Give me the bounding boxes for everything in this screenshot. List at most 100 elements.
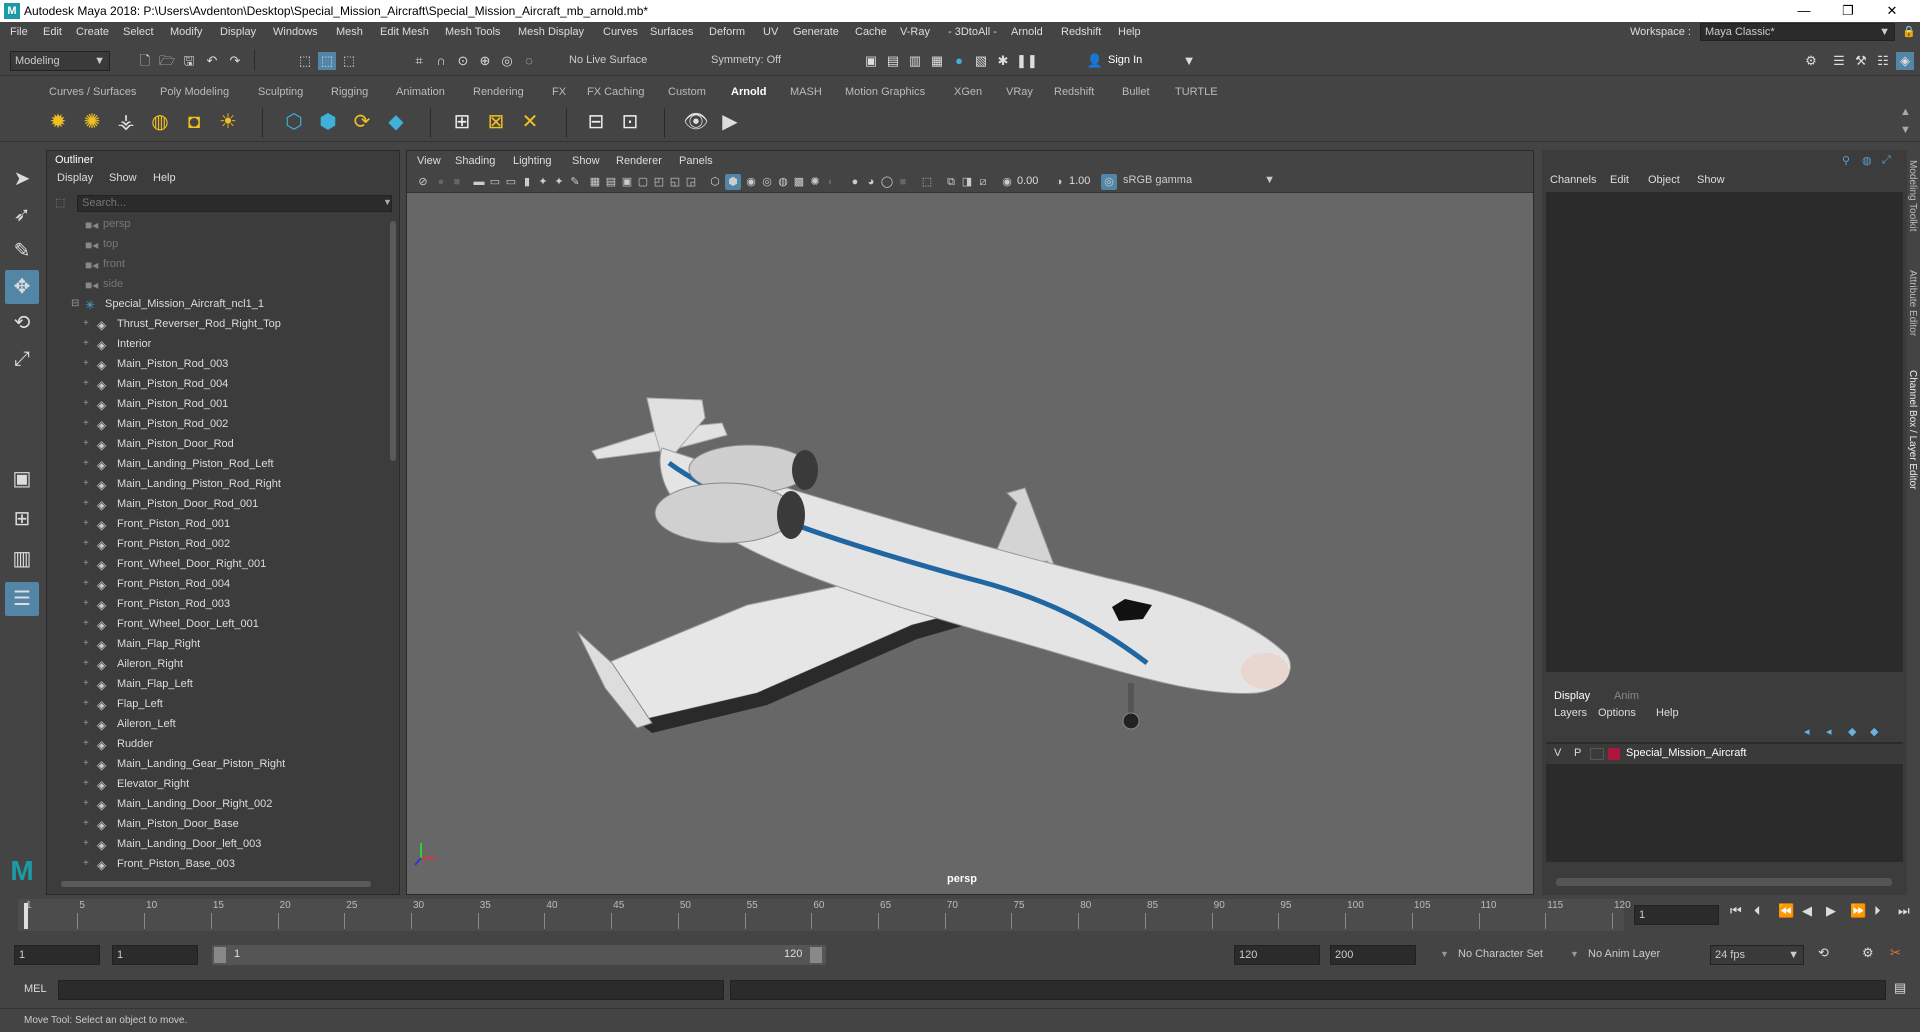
layer-color-swatch[interactable] (1608, 748, 1620, 760)
script-editor-icon[interactable]: ▤ (1894, 980, 1906, 996)
expand-icon[interactable]: + (83, 398, 93, 409)
snap-surface-icon[interactable]: ◎ (498, 52, 516, 70)
list-item[interactable]: + ◈ Aileron_Right (47, 655, 387, 675)
outliner-vertical-scrollbar[interactable] (388, 215, 398, 875)
aircraft-model[interactable] (576, 397, 1291, 733)
menu-windows[interactable]: Windows (273, 26, 318, 38)
list-item[interactable]: + ◈ Main_Piston_Rod_004 (47, 375, 387, 395)
list-item[interactable]: + ◈ Front_Piston_Rod_004 (47, 575, 387, 595)
layer-tab-anim[interactable]: Anim (1614, 690, 1639, 702)
select-camera-icon[interactable]: ⊘ (415, 174, 431, 190)
list-item[interactable]: + ◈ Thrust_Reverser_Rod_Right_Top (47, 315, 387, 335)
render-frame-icon[interactable]: ▤ (884, 52, 902, 70)
menu-select[interactable]: Select (123, 26, 154, 38)
bookmarks-icon[interactable]: ▬ (471, 174, 487, 190)
list-item[interactable]: + ◈ Main_Landing_Door_Right_002 (47, 795, 387, 815)
area-light-icon[interactable]: ✹ (44, 108, 72, 136)
shelf-tab-poly-modeling[interactable]: Poly Modeling (160, 86, 229, 98)
mesh-light-icon[interactable]: ✺ (78, 108, 106, 136)
list-item[interactable]: + ◈ Front_Piston_Rod_001 (47, 515, 387, 535)
list-item[interactable]: + ◈ Elevator_Right (47, 775, 387, 795)
list-item[interactable]: ■◂ top (47, 235, 387, 255)
shelf-tab-fx-caching[interactable]: FX Caching (587, 86, 644, 98)
minimize-button[interactable]: — (1782, 0, 1826, 22)
play-backwards-icon[interactable]: ◀ (1802, 903, 1812, 919)
two-d-pan-icon[interactable]: ▭ (503, 174, 519, 190)
channel-menu-channels[interactable]: Channels (1550, 174, 1596, 186)
hud-icon[interactable]: ◐ (823, 174, 839, 190)
shelf-up-icon[interactable]: ▲ (1900, 106, 1911, 118)
expand-icon[interactable]: + (83, 438, 93, 449)
gamma-icon[interactable]: ◑ (1051, 174, 1067, 190)
menu-mesh[interactable]: Mesh (336, 26, 363, 38)
list-item[interactable]: + ◈ Flap_Left (47, 695, 387, 715)
select-object-icon[interactable]: ⬚ (318, 52, 336, 70)
layer-row[interactable]: V P Special_Mission_Aircraft (1546, 744, 1903, 764)
undo-icon[interactable]: ↶ (203, 52, 221, 70)
menu-uv[interactable]: UV (763, 26, 778, 38)
light-portal-icon[interactable]: ◘ (180, 108, 208, 136)
list-item[interactable]: + ◈ Main_Landing_Door_left_003 (47, 835, 387, 855)
save-scene-icon[interactable]: 🖫 (180, 52, 198, 70)
render-settings-icon[interactable]: ▦ (928, 52, 946, 70)
film-gate-icon[interactable]: ✦ (551, 174, 567, 190)
menu-arnold[interactable]: Arnold (1011, 26, 1043, 38)
play-forwards-icon[interactable]: ▶ (1826, 903, 1836, 919)
grease-pencil-icon[interactable]: ▮ (519, 174, 535, 190)
menu-redshift[interactable]: Redshift (1061, 26, 1101, 38)
list-item[interactable]: + ◈ Main_Piston_Door_Rod_001 (47, 495, 387, 515)
layer-reference-toggle[interactable] (1590, 748, 1604, 760)
xray-icon[interactable]: ⬢ (725, 174, 741, 190)
list-item[interactable]: + ◈ Interior (47, 335, 387, 355)
live-surface-field[interactable]: No Live Surface (565, 51, 663, 71)
expand-icon[interactable]: + (83, 518, 93, 529)
filter-icon[interactable]: ⬚ (55, 196, 65, 209)
shelf-tab-sculpting[interactable]: Sculpting (258, 86, 303, 98)
workspace-dropdown[interactable]: Maya Classic* ▼ (1700, 23, 1895, 41)
expand-icon[interactable]: + (83, 598, 93, 609)
snap-point-icon[interactable]: ⊙ (454, 52, 472, 70)
shelf-tab-bullet[interactable]: Bullet (1122, 86, 1150, 98)
step-forward-frame-icon[interactable]: ⏵ (1874, 903, 1881, 919)
expand-icon[interactable]: + (83, 658, 93, 669)
exposure-value[interactable]: 0.00 (1017, 175, 1038, 187)
expand-icon[interactable]: + (83, 478, 93, 489)
shelf-down-icon[interactable]: ▼ (1900, 124, 1911, 136)
layer-tab-display[interactable]: Display (1554, 690, 1590, 702)
step-back-frame-icon[interactable]: ⏴ (1754, 903, 1761, 919)
viewport-menu-panels[interactable]: Panels (679, 155, 713, 167)
render-setup-icon[interactable]: ▧ (972, 52, 990, 70)
four-view-icon[interactable]: ⊞ (5, 502, 39, 536)
menu-file[interactable]: File (10, 26, 28, 38)
ambient-occlusion-icon[interactable]: ◲ (683, 174, 699, 190)
new-layer-icon[interactable]: ◆ (1848, 725, 1856, 738)
channel-menu-object[interactable]: Object (1648, 174, 1680, 186)
resolution-gate-icon[interactable]: ✎ (567, 174, 583, 190)
joints-icon[interactable]: ◯ (879, 174, 895, 190)
channel-menu-edit[interactable]: Edit (1610, 174, 1629, 186)
channel-box-icon[interactable]: ⚲ (1842, 154, 1850, 167)
viewport-panel[interactable]: View Shading Lighting Show Renderer Pane… (406, 150, 1534, 895)
list-item[interactable]: + ◈ Main_Piston_Door_Rod (47, 435, 387, 455)
viewport-menu-renderer[interactable]: Renderer (616, 155, 662, 167)
redo-icon[interactable]: ↷ (226, 52, 244, 70)
layer-playback-toggle[interactable]: P (1574, 747, 1581, 759)
list-item[interactable]: + ◈ Front_Piston_Base_003 (47, 855, 387, 875)
expand-icon[interactable]: + (83, 738, 93, 749)
gamma-value[interactable]: 1.00 (1069, 175, 1090, 187)
anim-layer-field[interactable]: No Anim Layer (1584, 945, 1684, 965)
expand-icon[interactable]: + (83, 458, 93, 469)
expand-icon[interactable]: + (83, 318, 93, 329)
expand-icon[interactable]: + (83, 578, 93, 589)
start-time-field[interactable]: 1 (14, 945, 100, 965)
chevron-down-icon[interactable]: ▼ (1440, 949, 1449, 959)
shelf-tab-xgen[interactable]: XGen (954, 86, 982, 98)
menu-create[interactable]: Create (76, 26, 109, 38)
exposure-icon[interactable]: ◉ (999, 174, 1015, 190)
expand-icon[interactable]: + (83, 678, 93, 689)
snap-icon[interactable]: ◌ (520, 52, 538, 70)
command-input[interactable] (58, 980, 724, 1000)
select-hierarchy-icon[interactable]: ⬚ (296, 52, 314, 70)
menu-generate[interactable]: Generate (793, 26, 839, 38)
list-item[interactable]: ■◂ persp (47, 215, 387, 235)
